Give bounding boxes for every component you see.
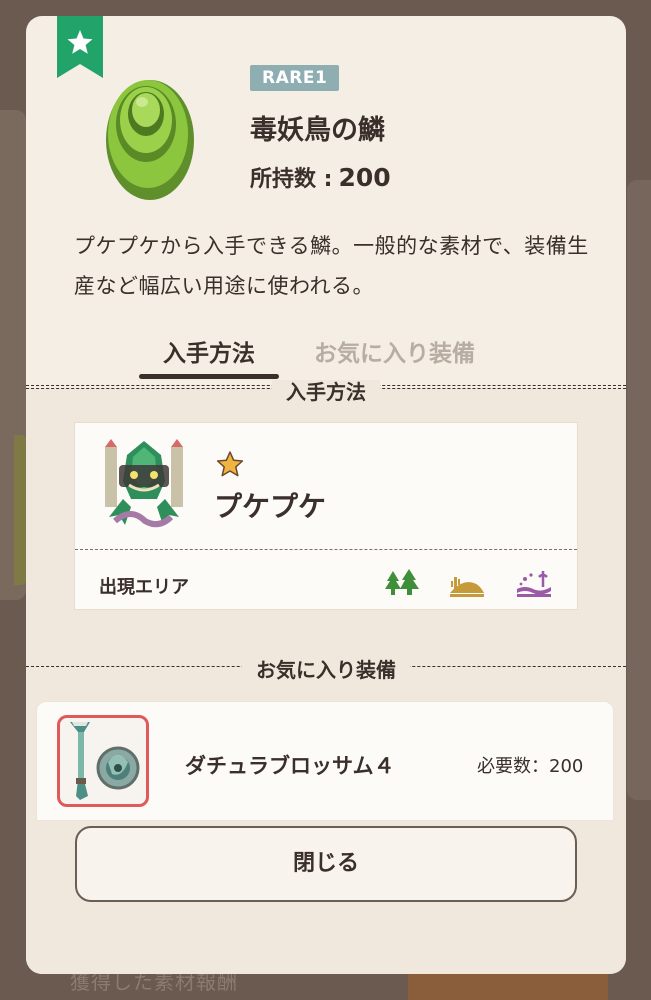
owned-value: 200: [338, 163, 391, 192]
required-count: 必要数：200: [477, 756, 584, 777]
monster-icon: [105, 439, 183, 528]
desert-icon: [450, 577, 484, 597]
monster-name: プケプケ: [214, 490, 327, 523]
forest-icon: [385, 569, 419, 595]
favorite-ribbon-icon[interactable]: [57, 16, 103, 78]
area-label: 出現エリア: [99, 577, 189, 598]
background-panel: [627, 180, 651, 800]
swamp-icon: [517, 571, 551, 597]
star-icon: [216, 451, 244, 477]
monster-source-card[interactable]: プケプケ 出現エリア: [74, 422, 578, 610]
close-button[interactable]: 閉じる: [75, 826, 577, 902]
item-description: プケプケから入手できる鱗。一般的な素材で、装備生産など幅広い用途に使われる。: [74, 234, 589, 298]
section-title-favorite: お気に入り装備: [26, 654, 626, 683]
equipment-card[interactable]: ダチュラブロッサム４ 必要数：200: [36, 701, 614, 821]
scale-material-icon: [106, 80, 194, 200]
tab-label: 入手方法: [163, 341, 255, 367]
item-detail-modal: RARE1 毒妖鳥の鱗 所持数 :200 プケプケから入手できる鱗。一般的な素材…: [26, 16, 626, 974]
equipment-name: ダチュラブロッサム４: [185, 754, 395, 778]
weapon-icon: [70, 722, 140, 800]
item-name: 毒妖鳥の鱗: [250, 115, 385, 146]
owned-count: 所持数 :200: [250, 161, 391, 193]
rarity-badge: RARE1: [250, 65, 340, 91]
tab-acquisition[interactable]: 入手方法: [139, 334, 279, 379]
section-title-text: 入手方法: [272, 380, 380, 404]
section-title-acquisition: 入手方法: [26, 376, 626, 405]
section-title-text: お気に入り装備: [242, 658, 410, 682]
owned-label: 所持数 :: [250, 167, 333, 192]
tab-favorite-equipment[interactable]: お気に入り装備: [314, 334, 475, 368]
card-divider: [75, 549, 577, 550]
equipment-thumbnail[interactable]: [57, 715, 149, 807]
tab-label: お気に入り装備: [314, 341, 475, 367]
